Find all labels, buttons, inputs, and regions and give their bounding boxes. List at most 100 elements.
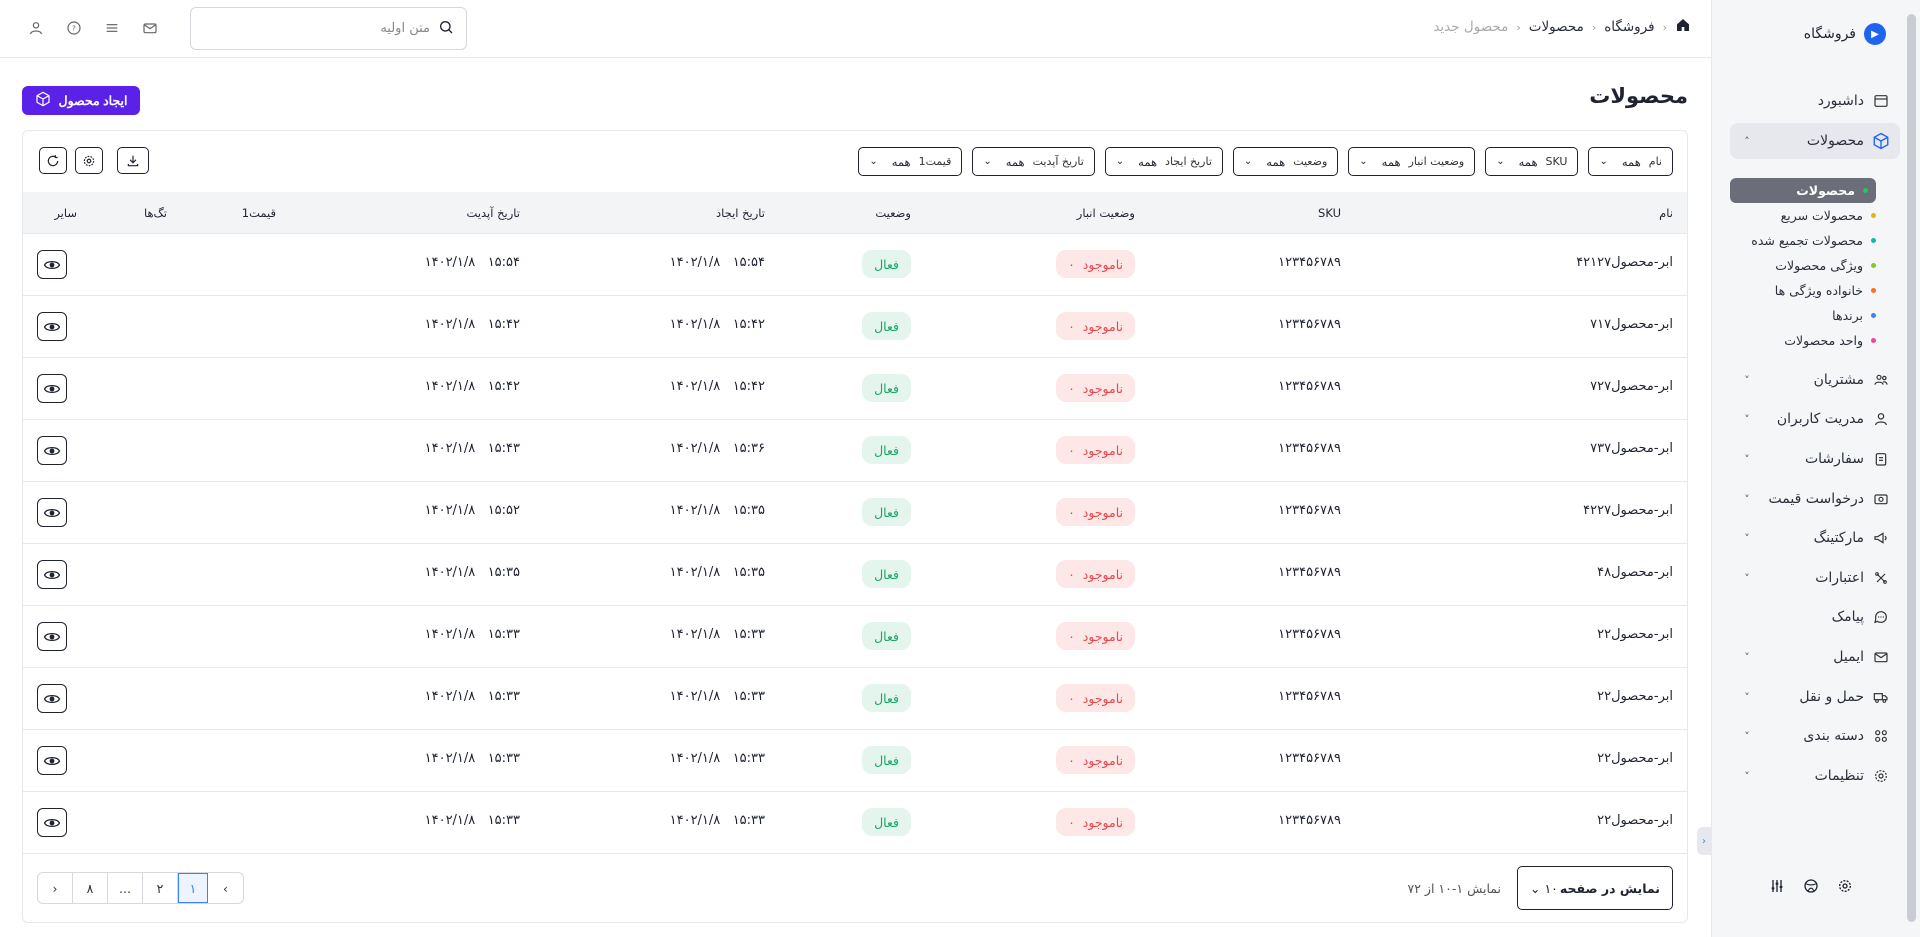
submenu-item-product-attributes[interactable]: ویژگی محصولات bbox=[1730, 253, 1876, 278]
view-button[interactable] bbox=[37, 250, 67, 279]
column-header-name[interactable]: نام bbox=[1659, 206, 1673, 220]
column-header-tags[interactable]: تگ‌ها bbox=[144, 206, 167, 220]
breadcrumb-separator: ‹ bbox=[1591, 20, 1597, 34]
sidebar-scrollbar[interactable] bbox=[1907, 14, 1916, 922]
search-box[interactable] bbox=[190, 7, 467, 50]
page-button-2[interactable]: ۲ bbox=[143, 873, 178, 903]
user-icon[interactable] bbox=[26, 18, 46, 38]
filter-updated-date[interactable]: تاریخ آپدیت همه ⌄ bbox=[972, 147, 1095, 176]
filter-stock-status[interactable]: وضعیت انبار همه ⌄ bbox=[1348, 147, 1476, 176]
download-button[interactable] bbox=[117, 147, 149, 174]
sidebar-item-marketing[interactable]: مارکتینگ ˅ bbox=[1730, 520, 1900, 556]
sidebar-footer-icons bbox=[1768, 877, 1854, 895]
dot-icon bbox=[1871, 238, 1876, 243]
sidebar-item-shipping[interactable]: حمل و نقل ˅ bbox=[1730, 679, 1900, 715]
product-name[interactable]: ابر-محصول۷۳۷ bbox=[1590, 441, 1673, 456]
next-page-button[interactable]: › bbox=[38, 873, 73, 903]
table-row[interactable]: ابر-محصول۴۸ ۱۲۳۴۵۶۷۸۹ ناموجود ۰ فعال ۱۵:۳۵ ۱۴… bbox=[23, 544, 1687, 606]
sidebar-item-credits[interactable]: اعتبارات ˅ bbox=[1730, 560, 1900, 596]
view-button[interactable] bbox=[37, 560, 67, 589]
table-row[interactable]: ابر-محصول۲۲ ۱۲۳۴۵۶۷۸۹ ناموجود ۰ فعال ۱۵:۳۳ ۱۴… bbox=[23, 606, 1687, 668]
product-name[interactable]: ابر-محصول۲۲ bbox=[1597, 689, 1673, 704]
column-header-sku[interactable]: SKU bbox=[1318, 206, 1341, 220]
column-header-stock[interactable]: وضعیت انبار bbox=[1077, 206, 1135, 220]
submenu-item-product-units[interactable]: واحد محصولات bbox=[1730, 328, 1876, 353]
table-row[interactable]: ابر-محصول۲۲ ۱۲۳۴۵۶۷۸۹ ناموجود ۰ فعال ۱۵:۳۳ ۱۴… bbox=[23, 730, 1687, 792]
filter-status[interactable]: وضعیت همه ⌄ bbox=[1232, 147, 1339, 176]
column-header-updated[interactable]: تاریخ آپدیت bbox=[467, 206, 520, 220]
sidebar-item-email[interactable]: ایمیل ˅ bbox=[1730, 639, 1900, 675]
view-button[interactable] bbox=[37, 374, 67, 403]
view-button[interactable] bbox=[37, 312, 67, 341]
sidebar-item-orders[interactable]: سفارشات ˅ bbox=[1730, 441, 1900, 477]
home-icon[interactable] bbox=[1675, 17, 1691, 37]
submenu-item-brands[interactable]: برندها bbox=[1730, 303, 1876, 328]
view-button[interactable] bbox=[37, 684, 67, 713]
sidebar-item-label: سفارشات bbox=[1804, 451, 1864, 467]
filter-created-date[interactable]: تاریخ ایجاد همه ⌄ bbox=[1104, 147, 1223, 176]
sidebar-item-customers[interactable]: مشتریان ˅ bbox=[1730, 362, 1900, 398]
view-button[interactable] bbox=[37, 498, 67, 527]
breadcrumb-item-products[interactable]: محصولات bbox=[1529, 19, 1584, 35]
page-button-1[interactable]: ۱ bbox=[178, 873, 208, 903]
table-row[interactable]: ابر-محصول۷۳۷ ۱۲۳۴۵۶۷۸۹ ناموجود ۰ فعال ۱۵:۳۶ ۱… bbox=[23, 420, 1687, 482]
sidebar-item-user-management[interactable]: مدریت کاربران ˅ bbox=[1730, 401, 1900, 437]
table-row[interactable]: ابر-محصول۴۲۲۷ ۱۲۳۴۵۶۷۸۹ ناموجود ۰ فعال ۱۵:۳۵ … bbox=[23, 482, 1687, 544]
brand[interactable]: ▶ فروشگاه bbox=[1804, 22, 1886, 46]
sliders-icon[interactable] bbox=[1768, 877, 1786, 895]
product-name[interactable]: ابر-محصول۷۲۷ bbox=[1590, 379, 1673, 394]
sidebar-item-price-request[interactable]: درخواست قیمت ˅ bbox=[1730, 481, 1900, 517]
product-name[interactable]: ابر-محصول۴۸ bbox=[1597, 565, 1673, 580]
created-date: ۱۵:۴۲ ۱۴۰۲/۱/۸ bbox=[669, 317, 765, 332]
prev-page-button[interactable]: ‹ bbox=[208, 873, 243, 903]
gear-icon[interactable] bbox=[1836, 877, 1854, 895]
palette-icon[interactable] bbox=[1802, 877, 1820, 895]
table-row[interactable]: ابر-محصول۷۲۷ ۱۲۳۴۵۶۷۸۹ ناموجود ۰ فعال ۱۵:۴۲ ۱… bbox=[23, 358, 1687, 420]
per-page-select[interactable]: نمایش در صفحه ۱۰ ⌄ bbox=[1517, 866, 1673, 910]
sidebar-collapse-toggle[interactable]: ‹ bbox=[1697, 827, 1711, 855]
search-input[interactable] bbox=[203, 21, 430, 36]
table-row[interactable]: ابر-محصول۲۲ ۱۲۳۴۵۶۷۸۹ ناموجود ۰ فعال ۱۵:۳۳ ۱۴… bbox=[23, 668, 1687, 730]
refresh-button[interactable] bbox=[39, 147, 67, 174]
orders-icon bbox=[1872, 450, 1890, 468]
status-badge: فعال bbox=[862, 312, 911, 340]
product-name[interactable]: ابر-محصول۷۱۷ bbox=[1590, 317, 1673, 332]
sidebar-item-dashboard[interactable]: داشبورد bbox=[1730, 83, 1900, 119]
eye-icon bbox=[43, 756, 61, 765]
column-header-status[interactable]: وضعیت bbox=[875, 206, 911, 220]
create-product-button[interactable]: ایجاد محصول bbox=[22, 86, 140, 115]
column-header-price[interactable]: قیمت1 bbox=[242, 206, 276, 220]
sidebar-item-settings[interactable]: تنظیمات ˅ bbox=[1730, 758, 1900, 794]
view-button[interactable] bbox=[37, 436, 67, 465]
submenu-item-quick-products[interactable]: محصولات سریع bbox=[1730, 203, 1876, 228]
menu-icon[interactable] bbox=[102, 18, 122, 38]
filter-sku[interactable]: SKU همه ⌄ bbox=[1485, 147, 1579, 176]
filter-price[interactable]: قیمت1 همه ⌄ bbox=[858, 147, 963, 176]
view-button[interactable] bbox=[37, 808, 67, 837]
sidebar-item-categories[interactable]: دسته بندی ˅ bbox=[1730, 718, 1900, 754]
filter-name[interactable]: نام همه ⌄ bbox=[1588, 147, 1673, 176]
product-name[interactable]: ابر-محصول۲۲ bbox=[1597, 813, 1673, 828]
updated-date: ۱۵:۴۲ ۱۴۰۲/۱/۸ bbox=[424, 317, 520, 332]
product-name[interactable]: ابر-محصول۲۲ bbox=[1597, 627, 1673, 642]
submenu-item-bundled-products[interactable]: محصولات تجمیع شده bbox=[1730, 228, 1876, 253]
product-name[interactable]: ابر-محصول۴۲۲۷ bbox=[1583, 503, 1673, 518]
breadcrumb-item-store[interactable]: فروشگاه bbox=[1604, 19, 1654, 35]
sidebar-item-products[interactable]: محصولات ˄ bbox=[1730, 123, 1900, 159]
page-button-8[interactable]: ۸ bbox=[73, 873, 108, 903]
product-name[interactable]: ابر-محصول۴۲۱۲۷ bbox=[1576, 255, 1673, 270]
view-button[interactable] bbox=[37, 622, 67, 651]
table-row[interactable]: ابر-محصول۷۱۷ ۱۲۳۴۵۶۷۸۹ ناموجود ۰ فعال ۱۵:۴۲ ۱… bbox=[23, 296, 1687, 358]
table-row[interactable]: ابر-محصول۴۲۱۲۷ ۱۲۳۴۵۶۷۸۹ ناموجود ۰ فعال ۱۵:۵۴… bbox=[23, 234, 1687, 296]
table-footer: نمایش در صفحه ۱۰ ⌄ نمایش ۱-۱۰ از ۷۲ › ۸ … bbox=[23, 856, 1687, 922]
submenu-item-products[interactable]: محصولات bbox=[1730, 178, 1876, 203]
settings-button[interactable] bbox=[75, 147, 103, 174]
view-button[interactable] bbox=[37, 746, 67, 775]
product-name[interactable]: ابر-محصول۲۲ bbox=[1597, 751, 1673, 766]
submenu-item-attribute-families[interactable]: خانواده ویژگی ها bbox=[1730, 278, 1876, 303]
help-icon[interactable]: ? bbox=[64, 18, 84, 38]
column-header-created[interactable]: تاریخ ایجاد bbox=[716, 206, 765, 220]
table-row[interactable]: ابر-محصول۲۲ ۱۲۳۴۵۶۷۸۹ ناموجود ۰ فعال ۱۵:۳۳ ۱۴… bbox=[23, 792, 1687, 854]
mail-icon[interactable] bbox=[140, 18, 160, 38]
sidebar-item-sms[interactable]: پیامک bbox=[1730, 599, 1900, 635]
